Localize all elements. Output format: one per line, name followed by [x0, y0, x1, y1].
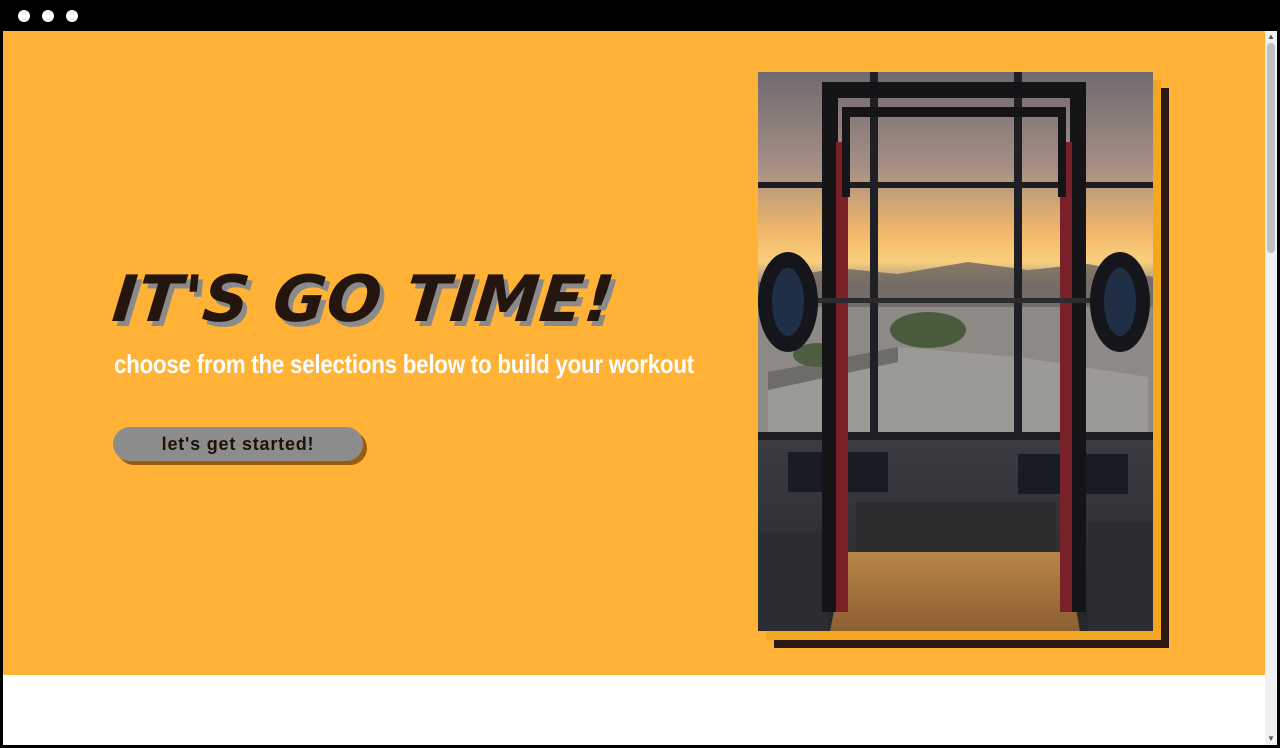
window-close-dot[interactable] — [18, 10, 30, 22]
window-minimize-dot[interactable] — [42, 10, 54, 22]
get-started-button[interactable]: let's get started! — [113, 427, 363, 461]
scroll-up-arrow-icon[interactable]: ▲ — [1265, 31, 1277, 43]
scroll-thumb[interactable] — [1267, 43, 1275, 253]
hero-section: IT'S GO TIME! choose from the selections… — [3, 31, 1265, 675]
browser-titlebar — [0, 0, 1280, 31]
scroll-down-arrow-icon[interactable]: ▼ — [1265, 733, 1277, 745]
gym-photo — [758, 72, 1153, 631]
hero-subheadline: choose from the selections below to buil… — [114, 349, 694, 379]
content-below-hero — [3, 675, 1265, 745]
page-viewport: IT'S GO TIME! choose from the selections… — [3, 31, 1277, 745]
window-maximize-dot[interactable] — [66, 10, 78, 22]
hero-photo-frame — [758, 72, 1170, 648]
cta-wrapper: let's get started! — [113, 427, 367, 465]
hero-headline: IT'S GO TIME! — [109, 263, 619, 337]
vertical-scrollbar[interactable]: ▲ ▼ — [1265, 31, 1277, 745]
